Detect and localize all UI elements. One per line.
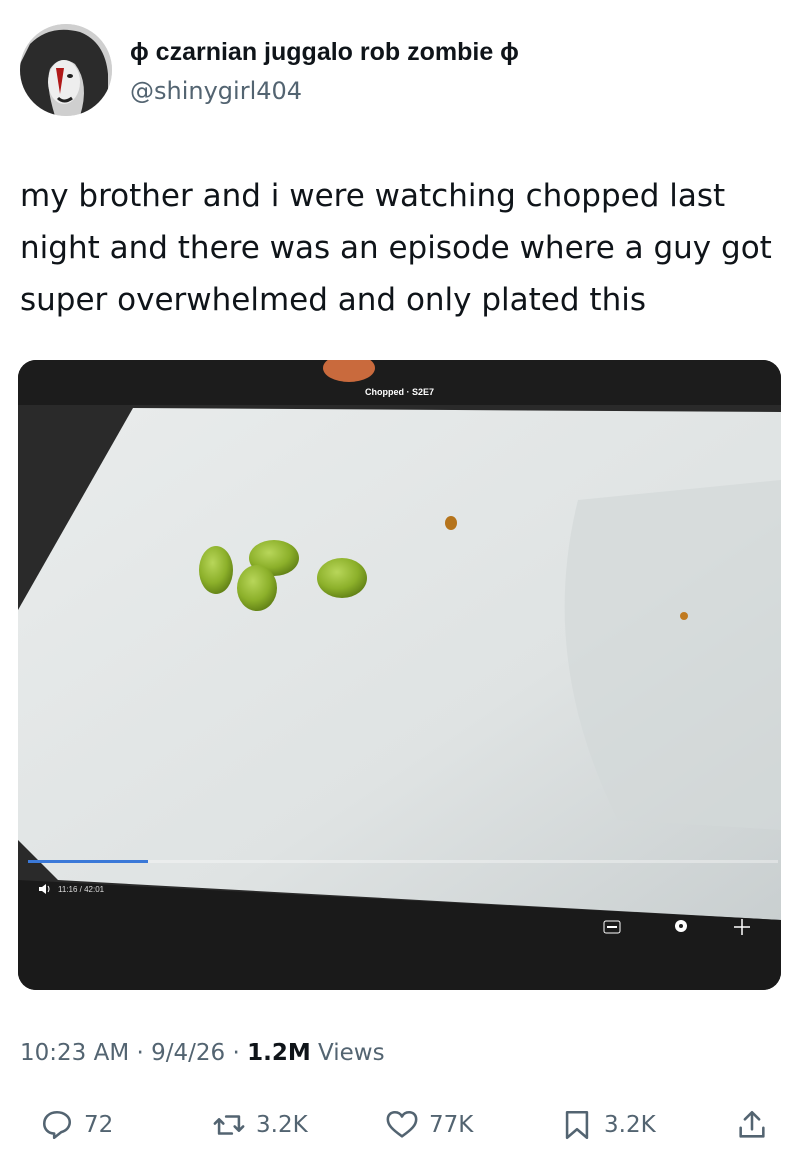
views-count: 1.2M	[247, 1040, 311, 1066]
meta-separator: ·	[232, 1040, 240, 1066]
bookmark-icon	[565, 1110, 589, 1140]
views-label: Views	[318, 1040, 385, 1066]
repost-icon	[213, 1115, 245, 1135]
repost-button[interactable]: 3.2K	[212, 1100, 308, 1150]
volume-icon[interactable]	[38, 882, 52, 900]
tweet-text: my brother and i were watching chopped l…	[20, 170, 790, 326]
reply-count: 72	[84, 1112, 114, 1138]
display-name[interactable]: ɸ czarnian juggalo rob zombie ɸ	[130, 38, 519, 67]
video-time-code: 11:16 / 42:01	[58, 885, 105, 894]
tweet-text-line: night and there was an episode where a g…	[20, 230, 772, 266]
meta-separator: ·	[136, 1040, 144, 1066]
avatar-image	[20, 24, 112, 116]
bookmark-count: 3.2K	[604, 1112, 656, 1138]
tweet-date[interactable]: 9/4/26	[151, 1040, 225, 1066]
tweet-media[interactable]: Chopped · S2E7 11:16 / 42:01	[18, 360, 781, 990]
settings-icon[interactable]	[672, 917, 690, 940]
tweet-meta: 10:23 AM · 9/4/26 · 1.2M Views	[20, 1040, 385, 1066]
captions-icon[interactable]	[603, 920, 621, 939]
repost-count: 3.2K	[256, 1112, 308, 1138]
bookmark-button[interactable]: 3.2K	[560, 1100, 656, 1150]
media-photo	[18, 360, 781, 990]
video-progress-track[interactable]	[28, 860, 778, 863]
tweet-text-line: super overwhelmed and only plated this	[20, 282, 646, 318]
like-count: 77K	[429, 1112, 474, 1138]
video-title: Chopped · S2E7	[364, 387, 434, 397]
reply-icon	[42, 1110, 72, 1140]
tweet-text-line: my brother and i were watching chopped l…	[20, 178, 726, 214]
like-icon	[386, 1110, 418, 1138]
action-bar: 72 3.2K 77K 3.2K	[0, 1100, 800, 1150]
fullscreen-icon[interactable]	[733, 918, 751, 941]
video-progress-fill	[28, 860, 148, 863]
share-icon	[739, 1110, 765, 1138]
tweet-time[interactable]: 10:23 AM	[20, 1040, 129, 1066]
like-button[interactable]: 77K	[385, 1100, 473, 1150]
user-handle[interactable]: @shinygirl404	[130, 77, 302, 105]
reply-button[interactable]: 72	[40, 1100, 113, 1150]
share-button[interactable]	[735, 1100, 769, 1150]
avatar[interactable]	[20, 24, 112, 116]
